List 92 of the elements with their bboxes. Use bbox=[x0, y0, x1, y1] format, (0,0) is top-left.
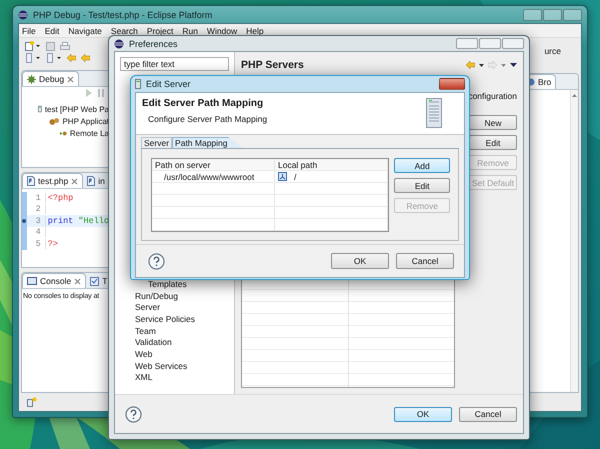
eclipse-icon bbox=[18, 10, 28, 20]
tree-item[interactable]: Team bbox=[135, 326, 234, 338]
close-button[interactable] bbox=[563, 8, 582, 20]
tree-label: PHP Applicat bbox=[62, 116, 109, 126]
dialog-button[interactable]: Cancel bbox=[396, 253, 454, 269]
perspective-label[interactable]: urce bbox=[544, 46, 561, 56]
column-header[interactable]: Path on server bbox=[152, 159, 275, 170]
minimize-button[interactable] bbox=[456, 38, 478, 49]
menu-icon[interactable] bbox=[510, 63, 517, 67]
line-number: 4 bbox=[26, 227, 46, 238]
line-number: 5 bbox=[26, 238, 46, 249]
tree-item[interactable]: Web Services bbox=[135, 360, 234, 372]
code-token: <?php bbox=[48, 192, 74, 203]
line-number: 1 bbox=[26, 192, 46, 203]
php-file-icon bbox=[87, 176, 96, 186]
server-add-icon[interactable] bbox=[27, 397, 37, 407]
window-title: PHP Debug - Test/test.php - Eclipse Platform bbox=[33, 10, 212, 20]
minimize-button[interactable] bbox=[523, 8, 542, 20]
server-icon bbox=[38, 104, 42, 114]
dialog-button[interactable]: OK bbox=[331, 253, 389, 269]
server-tower-icon bbox=[426, 98, 442, 128]
view-tab[interactable]: Debug bbox=[22, 71, 80, 86]
line-number: 2 bbox=[26, 204, 46, 214]
page-description: configuration bbox=[468, 91, 517, 101]
dropdown-icon[interactable] bbox=[479, 64, 484, 66]
pause-icon[interactable] bbox=[97, 89, 105, 97]
dialog-button[interactable]: Add bbox=[394, 158, 450, 173]
tree-item[interactable]: XML bbox=[135, 372, 234, 384]
menu-item[interactable]: Project bbox=[146, 26, 174, 35]
monitor-icon bbox=[27, 276, 37, 286]
close-icon[interactable] bbox=[74, 278, 82, 284]
table-cell: /usr/local/www/wwwroot bbox=[152, 171, 275, 182]
new-file-icon[interactable] bbox=[25, 41, 41, 51]
menu-item[interactable]: Run bbox=[182, 26, 198, 35]
tree-item[interactable]: Service Policies bbox=[135, 314, 234, 326]
server-icon bbox=[135, 79, 141, 89]
page-heading: PHP Servers bbox=[241, 59, 304, 71]
view-tab[interactable]: in bbox=[83, 174, 109, 188]
menu-item[interactable]: Edit bbox=[44, 26, 60, 35]
filter-field[interactable]: type filter text bbox=[120, 57, 229, 71]
maximize-button[interactable] bbox=[543, 8, 562, 20]
view-tab[interactable]: Console bbox=[22, 273, 86, 288]
line-number: 3 bbox=[26, 216, 46, 226]
column-header[interactable]: Local path bbox=[275, 159, 388, 170]
resume-icon[interactable] bbox=[85, 89, 93, 97]
tree-item[interactable]: Templates bbox=[148, 278, 234, 290]
menu-item[interactable]: Navigate bbox=[68, 26, 102, 35]
menu-item[interactable]: File bbox=[22, 26, 36, 35]
code-token: "Hello bbox=[78, 216, 109, 226]
menu-item[interactable]: Help bbox=[246, 26, 264, 35]
tree-item[interactable]: PHP Applicat bbox=[49, 115, 109, 127]
bug-icon bbox=[27, 74, 36, 84]
window-title: Edit Server bbox=[146, 79, 191, 89]
tab[interactable]: Path Mapping bbox=[172, 137, 242, 148]
gear-play-icon bbox=[60, 128, 67, 138]
close-button[interactable] bbox=[439, 78, 465, 90]
forward-arrow-icon[interactable] bbox=[488, 61, 497, 69]
code-token: ?> bbox=[48, 238, 58, 249]
dialog-button[interactable]: Edit bbox=[394, 178, 450, 193]
checklist-icon bbox=[90, 276, 100, 286]
table-cell: / bbox=[275, 171, 388, 182]
php-file-icon bbox=[27, 176, 35, 186]
back-arrow-icon[interactable] bbox=[466, 61, 475, 69]
dialog-description: Configure Server Path Mapping bbox=[148, 114, 268, 124]
close-icon[interactable] bbox=[67, 76, 74, 82]
menu-item[interactable]: Window bbox=[206, 26, 238, 35]
dialog-button[interactable]: Cancel bbox=[459, 406, 517, 422]
workspace-icon bbox=[278, 172, 287, 181]
maximize-button[interactable] bbox=[479, 38, 501, 49]
tree-item[interactable]: Run/Debug bbox=[135, 290, 234, 302]
eclipse-icon bbox=[114, 38, 124, 48]
dialog-button[interactable]: OK bbox=[394, 406, 452, 422]
tree-item[interactable]: Validation bbox=[135, 337, 234, 349]
window-title: Preferences bbox=[129, 38, 178, 48]
breakpoint-icon[interactable] bbox=[22, 218, 26, 223]
close-icon[interactable] bbox=[71, 178, 78, 184]
code-token: print bbox=[48, 216, 74, 226]
tab[interactable]: Server bbox=[141, 137, 172, 148]
help-icon[interactable] bbox=[148, 252, 165, 270]
tree-item[interactable]: Web bbox=[135, 348, 234, 361]
view-tab[interactable]: T bbox=[86, 274, 109, 288]
menu-item[interactable]: Search bbox=[110, 26, 138, 35]
gears-icon bbox=[49, 116, 60, 126]
tree-item[interactable]: Server bbox=[135, 302, 234, 314]
scroll-arrow-icon[interactable] bbox=[572, 94, 577, 97]
dialog-button[interactable]: Edit bbox=[469, 135, 517, 150]
dialog-button[interactable]: New bbox=[469, 115, 517, 130]
dialog-heading: Edit Server Path Mapping bbox=[142, 98, 264, 109]
print-icon[interactable] bbox=[60, 42, 70, 50]
view-tab[interactable]: test.php bbox=[22, 173, 84, 188]
close-button[interactable] bbox=[502, 38, 524, 49]
help-icon[interactable] bbox=[125, 406, 142, 422]
